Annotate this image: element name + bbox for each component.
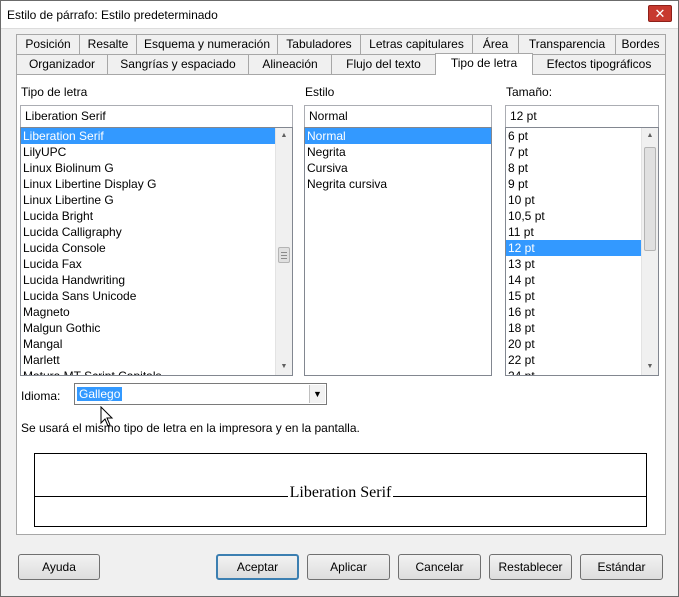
font-size-item[interactable]: 8 pt: [506, 160, 658, 176]
font-preview: Liberation Serif: [34, 453, 647, 527]
font-family-item[interactable]: Liberation Serif: [21, 128, 292, 144]
tab-efectos-tipograficos[interactable]: Efectos tipográficos: [532, 54, 666, 74]
font-size-item[interactable]: 16 pt: [506, 304, 658, 320]
tab-alineacion[interactable]: Alineación: [248, 54, 332, 74]
font-family-item[interactable]: Linux Libertine G: [21, 192, 292, 208]
font-size-label: Tamaño:: [506, 85, 553, 99]
tab-posicion[interactable]: Posición: [16, 34, 80, 54]
tab-letras-capitulares[interactable]: Letras capitulares: [360, 34, 473, 54]
font-style-item[interactable]: Negrita cursiva: [305, 176, 491, 192]
tab-flujo-texto[interactable]: Flujo del texto: [331, 54, 436, 74]
font-style-label: Estilo: [305, 85, 335, 99]
scroll-down-arrow-icon[interactable]: ▼: [276, 359, 292, 375]
font-family-item[interactable]: Lucida Console: [21, 240, 292, 256]
scroll-thumb[interactable]: [278, 247, 290, 263]
info-text: Se usará el mismo tipo de letra en la im…: [21, 421, 360, 435]
font-family-item[interactable]: Lucida Fax: [21, 256, 292, 272]
tab-area[interactable]: Área: [472, 34, 519, 54]
font-style-list[interactable]: Normal Negrita Cursiva Negrita cursiva: [304, 127, 492, 376]
tab-bordes[interactable]: Bordes: [615, 34, 666, 54]
font-family-item[interactable]: Marlett: [21, 352, 292, 368]
tab-organizador[interactable]: Organizador: [16, 54, 108, 74]
font-style-item[interactable]: Normal: [305, 128, 491, 144]
font-family-item[interactable]: Lucida Handwriting: [21, 272, 292, 288]
tab-transparencia[interactable]: Transparencia: [518, 34, 616, 54]
tab-esquema-numeracion[interactable]: Esquema y numeración: [136, 34, 278, 54]
font-size-item[interactable]: 18 pt: [506, 320, 658, 336]
language-select[interactable]: Gallego ▼: [74, 383, 327, 405]
font-family-label: Tipo de letra: [21, 85, 88, 99]
scroll-thumb[interactable]: [644, 147, 656, 251]
font-family-scrollbar[interactable]: ▲ ▼: [275, 128, 292, 375]
ok-button[interactable]: Aceptar: [216, 554, 299, 580]
close-button[interactable]: ✕: [648, 5, 672, 22]
scroll-up-arrow-icon[interactable]: ▲: [642, 128, 658, 144]
cancel-button[interactable]: Cancelar: [398, 554, 481, 580]
font-size-item[interactable]: 24 pt: [506, 368, 658, 375]
font-family-item[interactable]: Matura MT Script Capitals: [21, 368, 292, 375]
font-size-item[interactable]: 6 pt: [506, 128, 658, 144]
font-family-item[interactable]: Malgun Gothic: [21, 320, 292, 336]
scroll-down-arrow-icon[interactable]: ▼: [642, 359, 658, 375]
font-size-item[interactable]: 12 pt: [506, 240, 658, 256]
font-style-item[interactable]: Negrita: [305, 144, 491, 160]
font-size-item[interactable]: 13 pt: [506, 256, 658, 272]
font-family-item[interactable]: Linux Biolinum G: [21, 160, 292, 176]
font-family-item[interactable]: Magneto: [21, 304, 292, 320]
font-size-item[interactable]: 22 pt: [506, 352, 658, 368]
title-bar: Estilo de párrafo: Estilo predeterminado…: [1, 1, 678, 29]
font-tab-page: Tipo de letra Liberation Serif Liberatio…: [16, 74, 666, 535]
apply-button[interactable]: Aplicar: [307, 554, 390, 580]
reset-button[interactable]: Restablecer: [489, 554, 572, 580]
font-size-item[interactable]: 10 pt: [506, 192, 658, 208]
font-family-item[interactable]: Linux Libertine Display G: [21, 176, 292, 192]
tab-sangrias-espaciado[interactable]: Sangrías y espaciado: [107, 54, 249, 74]
mouse-pointer-icon: [100, 406, 114, 427]
language-value: Gallego: [77, 387, 123, 401]
help-button[interactable]: Ayuda: [18, 554, 100, 580]
standard-button[interactable]: Estándar: [580, 554, 663, 580]
preview-text: Liberation Serif: [287, 484, 394, 501]
tab-tipo-de-letra[interactable]: Tipo de letra: [435, 53, 533, 75]
scroll-up-arrow-icon[interactable]: ▲: [276, 128, 292, 144]
font-family-item[interactable]: Lucida Calligraphy: [21, 224, 292, 240]
font-size-item[interactable]: 11 pt: [506, 224, 658, 240]
font-style-item[interactable]: Cursiva: [305, 160, 491, 176]
language-label: Idioma:: [21, 389, 61, 403]
chevron-down-icon[interactable]: ▼: [309, 385, 325, 403]
font-style-input[interactable]: Normal: [304, 105, 492, 128]
font-size-input[interactable]: 12 pt: [505, 105, 659, 128]
tab-tabuladores[interactable]: Tabuladores: [277, 34, 361, 54]
font-family-item[interactable]: Mangal: [21, 336, 292, 352]
font-size-item[interactable]: 15 pt: [506, 288, 658, 304]
font-family-item[interactable]: Lucida Bright: [21, 208, 292, 224]
font-size-item[interactable]: 14 pt: [506, 272, 658, 288]
dialog-window: Estilo de párrafo: Estilo predeterminado…: [0, 0, 679, 597]
font-family-input[interactable]: Liberation Serif: [20, 105, 293, 128]
window-title: Estilo de párrafo: Estilo predeterminado: [7, 8, 218, 22]
font-family-list[interactable]: Liberation Serif LilyUPC Linux Biolinum GL…: [20, 127, 293, 376]
font-size-scrollbar[interactable]: ▲ ▼: [641, 128, 658, 375]
font-family-item[interactable]: LilyUPC: [21, 144, 292, 160]
font-family-item[interactable]: Lucida Sans Unicode: [21, 288, 292, 304]
tab-resalte[interactable]: Resalte: [79, 34, 137, 54]
font-size-item[interactable]: 7 pt: [506, 144, 658, 160]
font-size-item[interactable]: 20 pt: [506, 336, 658, 352]
font-size-list[interactable]: 6 pt 7 pt 8 pt 9 pt 10 pt 10,5 pt 11 pt 12 pt 13…: [505, 127, 659, 376]
font-size-item[interactable]: 10,5 pt: [506, 208, 658, 224]
font-size-item[interactable]: 9 pt: [506, 176, 658, 192]
